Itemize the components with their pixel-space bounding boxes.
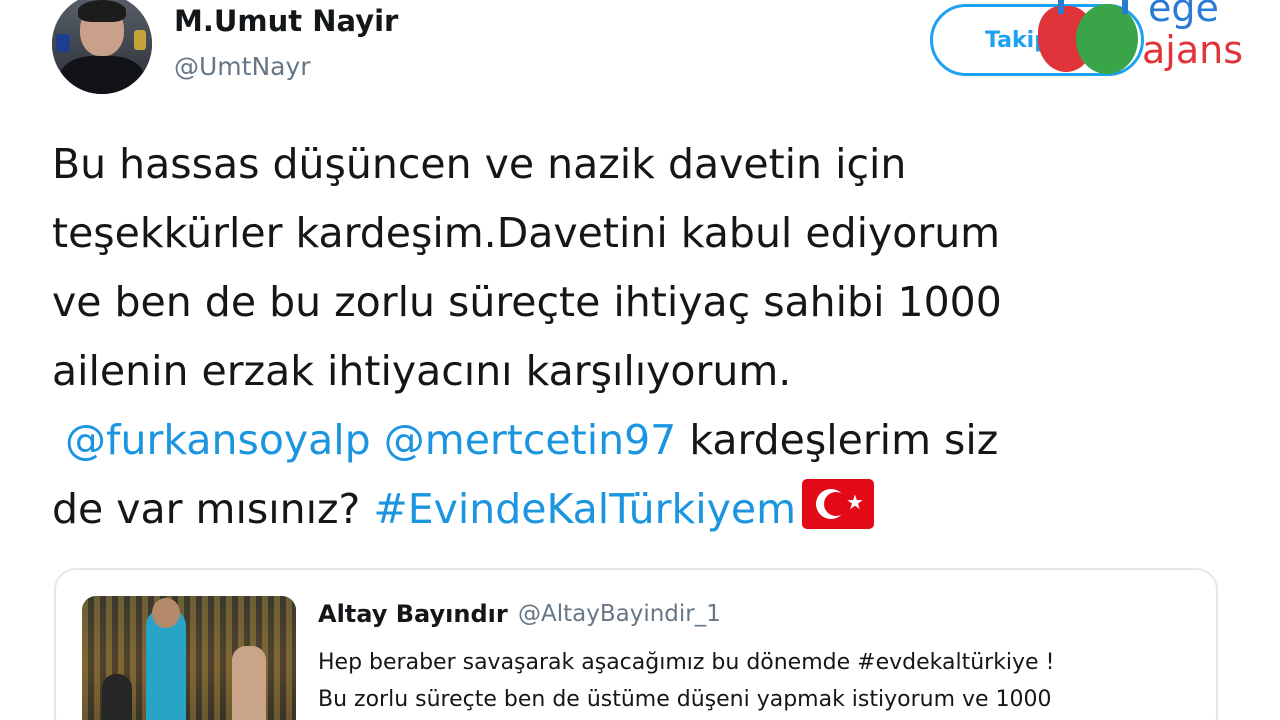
tweet-body: Bu hassas düşüncen ve nazik davetin için… xyxy=(52,130,1252,544)
author-handle[interactable]: @UmtNayr xyxy=(174,52,311,81)
avatar-shirt xyxy=(60,56,144,94)
sponsor-logo-right xyxy=(134,30,146,50)
photo-player-left xyxy=(102,674,132,720)
mention-link-mertcetin97[interactable]: @mertcetin97 xyxy=(384,416,677,464)
avatar-hair xyxy=(78,0,126,22)
hashtag-link[interactable]: #EvindeKalTürkiyem xyxy=(373,485,796,533)
sponsor-logo-left xyxy=(56,34,70,52)
photo-goalkeeper-head xyxy=(152,598,180,628)
watermark-blue-arc xyxy=(1058,0,1128,14)
watermark-ajans-text: ajans xyxy=(1142,28,1244,72)
photo-player-right xyxy=(232,646,266,720)
tweet-line-5: @furkansoyalp @mertcetin97 kardeşlerim s… xyxy=(52,406,1252,475)
author-name[interactable]: M.Umut Nayir xyxy=(174,4,398,38)
quoted-tweet-body: Hep beraber savaşarak aşacağımız bu döne… xyxy=(318,644,1198,718)
turkey-flag-emoji-icon: ★ xyxy=(802,479,875,529)
tweet-text-question: de var mısınız? xyxy=(52,485,361,533)
tweet-line-6: de var mısınız? #EvindeKalTürkiyem ★ xyxy=(52,475,1252,544)
quoted-tweet-card[interactable]: Altay Bayındır @AltayBayindir_1 Hep bera… xyxy=(54,568,1218,720)
flag-star: ★ xyxy=(846,490,864,514)
flag-crescent-inner xyxy=(824,492,849,516)
tweet-line-4: ailenin erzak ihtiyacını karşılıyorum. xyxy=(52,347,792,395)
tweet-line-1: Bu hassas düşüncen ve nazik davetin için xyxy=(52,140,907,188)
tweet-line-3: ve ben de bu zorlu süreçte ihtiyaç sahib… xyxy=(52,278,1002,326)
quoted-tweet-photo[interactable] xyxy=(82,596,296,720)
author-avatar[interactable] xyxy=(52,0,152,94)
quoted-author-name: Altay Bayındır xyxy=(318,600,508,628)
quoted-line-2: Bu zorlu süreçte ben de üstüme düşeni ya… xyxy=(318,687,1052,712)
quoted-author-handle: @AltayBayindir_1 xyxy=(518,601,721,627)
ege-ajans-watermark-logo: ege ajans xyxy=(1030,0,1260,82)
watermark-ege-text: ege xyxy=(1148,0,1219,30)
quoted-line-1: Hep beraber savaşarak aşacağımız bu döne… xyxy=(318,650,1055,675)
tweet-line-2: teşekkürler kardeşim.Davetini kabul ediy… xyxy=(52,209,1001,257)
mention-link-furkansoyalp[interactable]: @furkansoyalp xyxy=(65,416,371,464)
tweet-text-after-mentions: kardeşlerim siz xyxy=(689,416,999,464)
watermark-green-shape xyxy=(1076,4,1138,74)
